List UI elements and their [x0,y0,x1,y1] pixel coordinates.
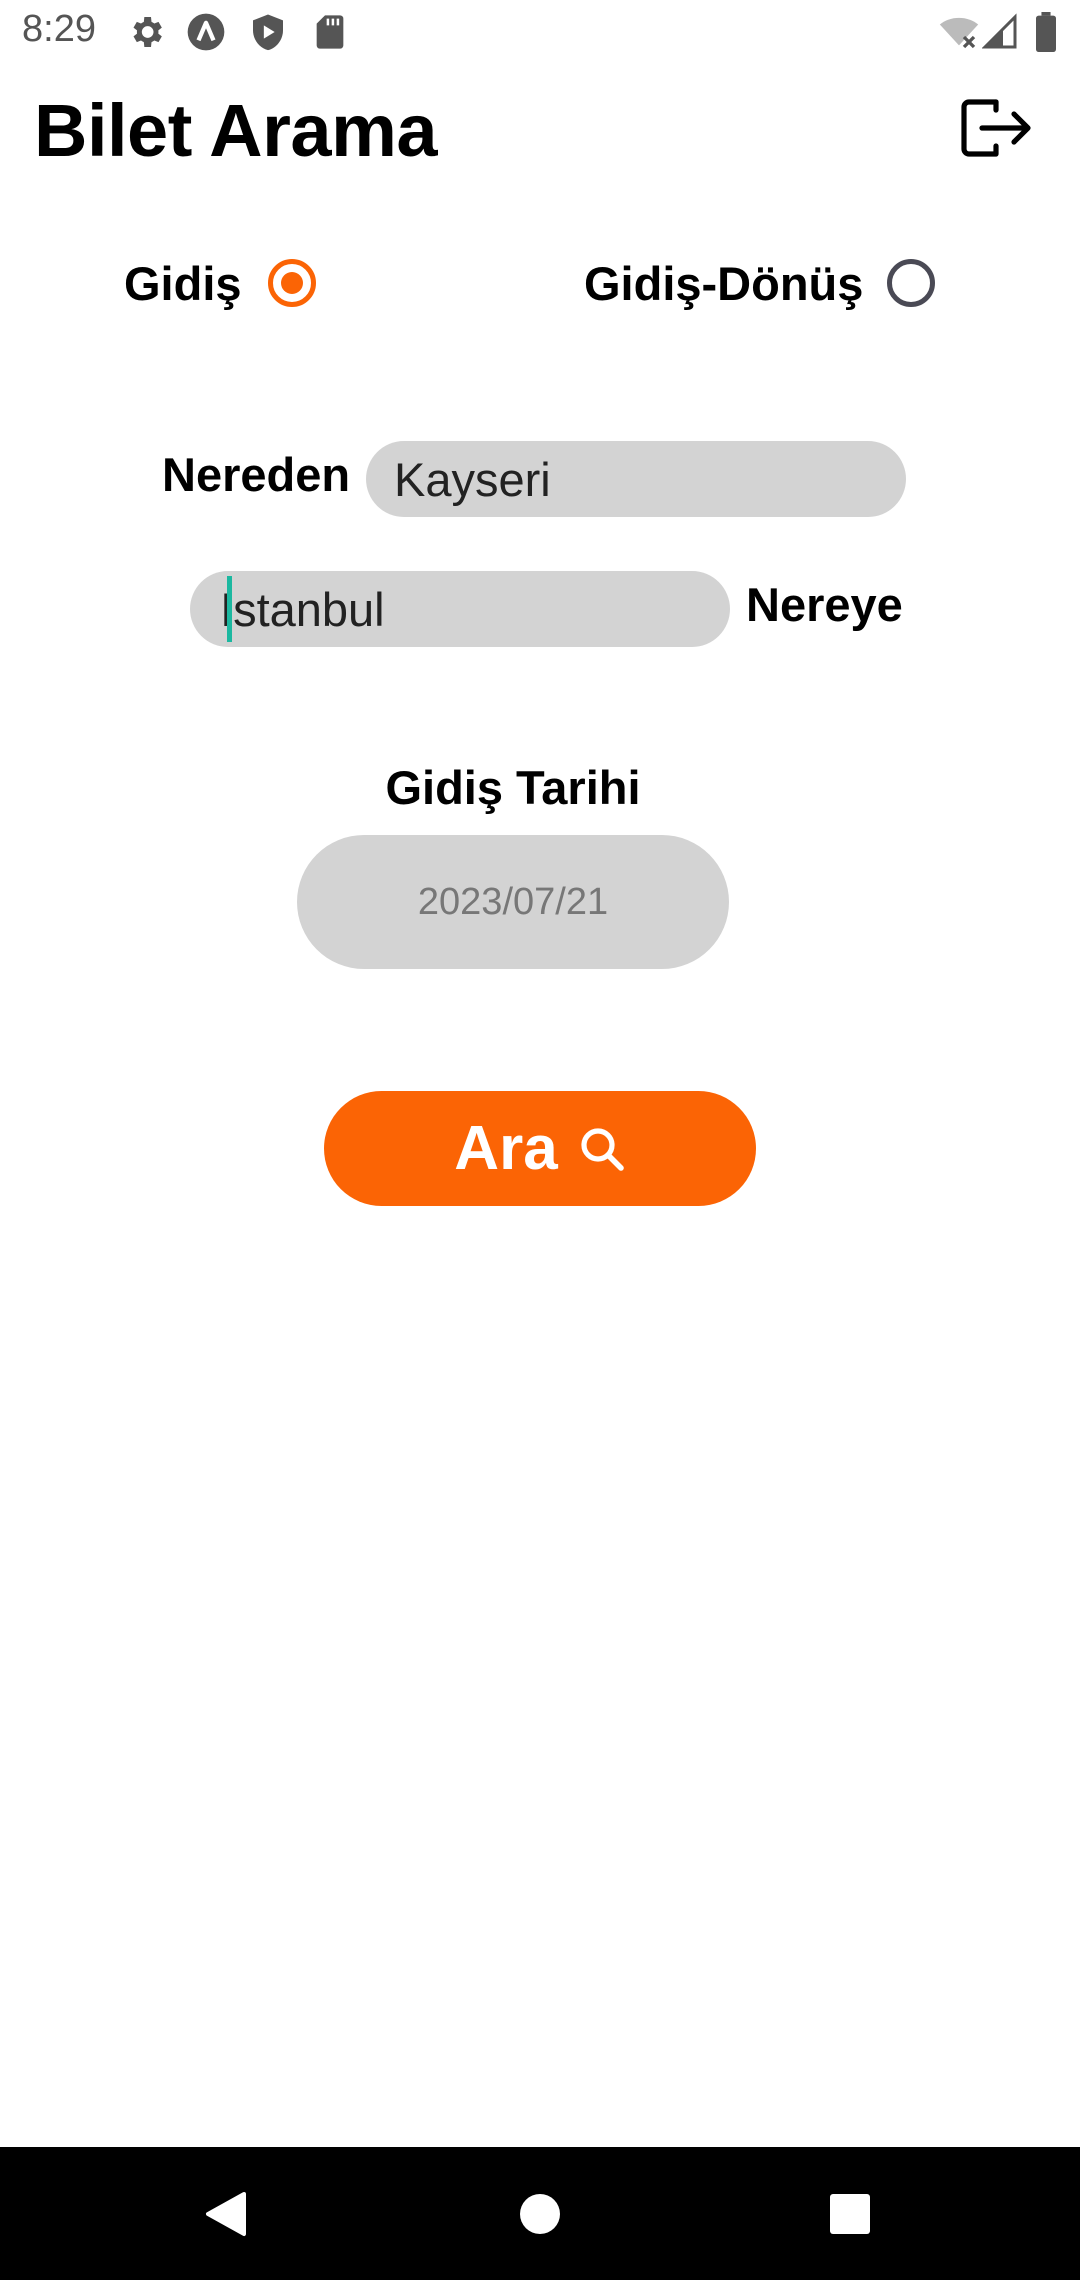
search-icon [581,1127,624,1171]
to-input[interactable]: Istanbul [190,571,730,647]
back-icon [206,2191,246,2236]
date-value: 2023/07/21 [417,880,609,923]
radio-one-way-label: Gidiş [124,256,242,310]
status-bar: 8:29 [0,0,1080,66]
recents-icon [830,2193,870,2234]
from-input-value: Kayseri [394,452,551,506]
wifi-off-icon [938,12,979,52]
from-label: Nereden [162,448,351,501]
from-input[interactable]: Kayseri [366,441,906,517]
radio-unselected-icon[interactable] [887,259,936,307]
nav-back-button[interactable] [166,2147,286,2280]
system-nav-bar [0,2147,1080,2280]
status-time: 8:29 [22,8,96,50]
to-label: Nereye [746,578,903,631]
shield-play-icon [248,12,288,52]
radio-round-trip[interactable]: Gidiş-Dönüş [584,248,936,318]
settings-gear-icon [126,12,166,52]
date-label: Gidiş Tarihi [385,761,641,814]
cell-signal-icon [981,12,1022,52]
logout-button[interactable] [958,96,1034,160]
nav-recents-button[interactable] [790,2147,910,2280]
text-caret [227,576,233,642]
battery-icon [1034,12,1058,52]
date-picker[interactable]: 2023/07/21 [297,835,729,969]
search-button[interactable]: Ara [324,1091,756,1206]
home-icon [520,2193,560,2234]
nav-home-button[interactable] [480,2147,600,2280]
sd-card-icon [310,12,350,52]
logout-icon [961,99,1031,157]
radio-one-way[interactable]: Gidiş [124,248,316,318]
page-title: Bilet Arama [34,89,438,172]
radio-round-trip-label: Gidiş-Dönüş [584,256,864,310]
app-a-icon [186,12,226,52]
search-button-label: Ara [454,1114,558,1183]
screen: 8:29 Bilet Arama Gidiş Gidiş-Dönüş Nered… [0,0,1080,2280]
radio-selected-icon[interactable] [267,259,316,307]
to-input-value-suffix: stanbul [233,582,385,636]
